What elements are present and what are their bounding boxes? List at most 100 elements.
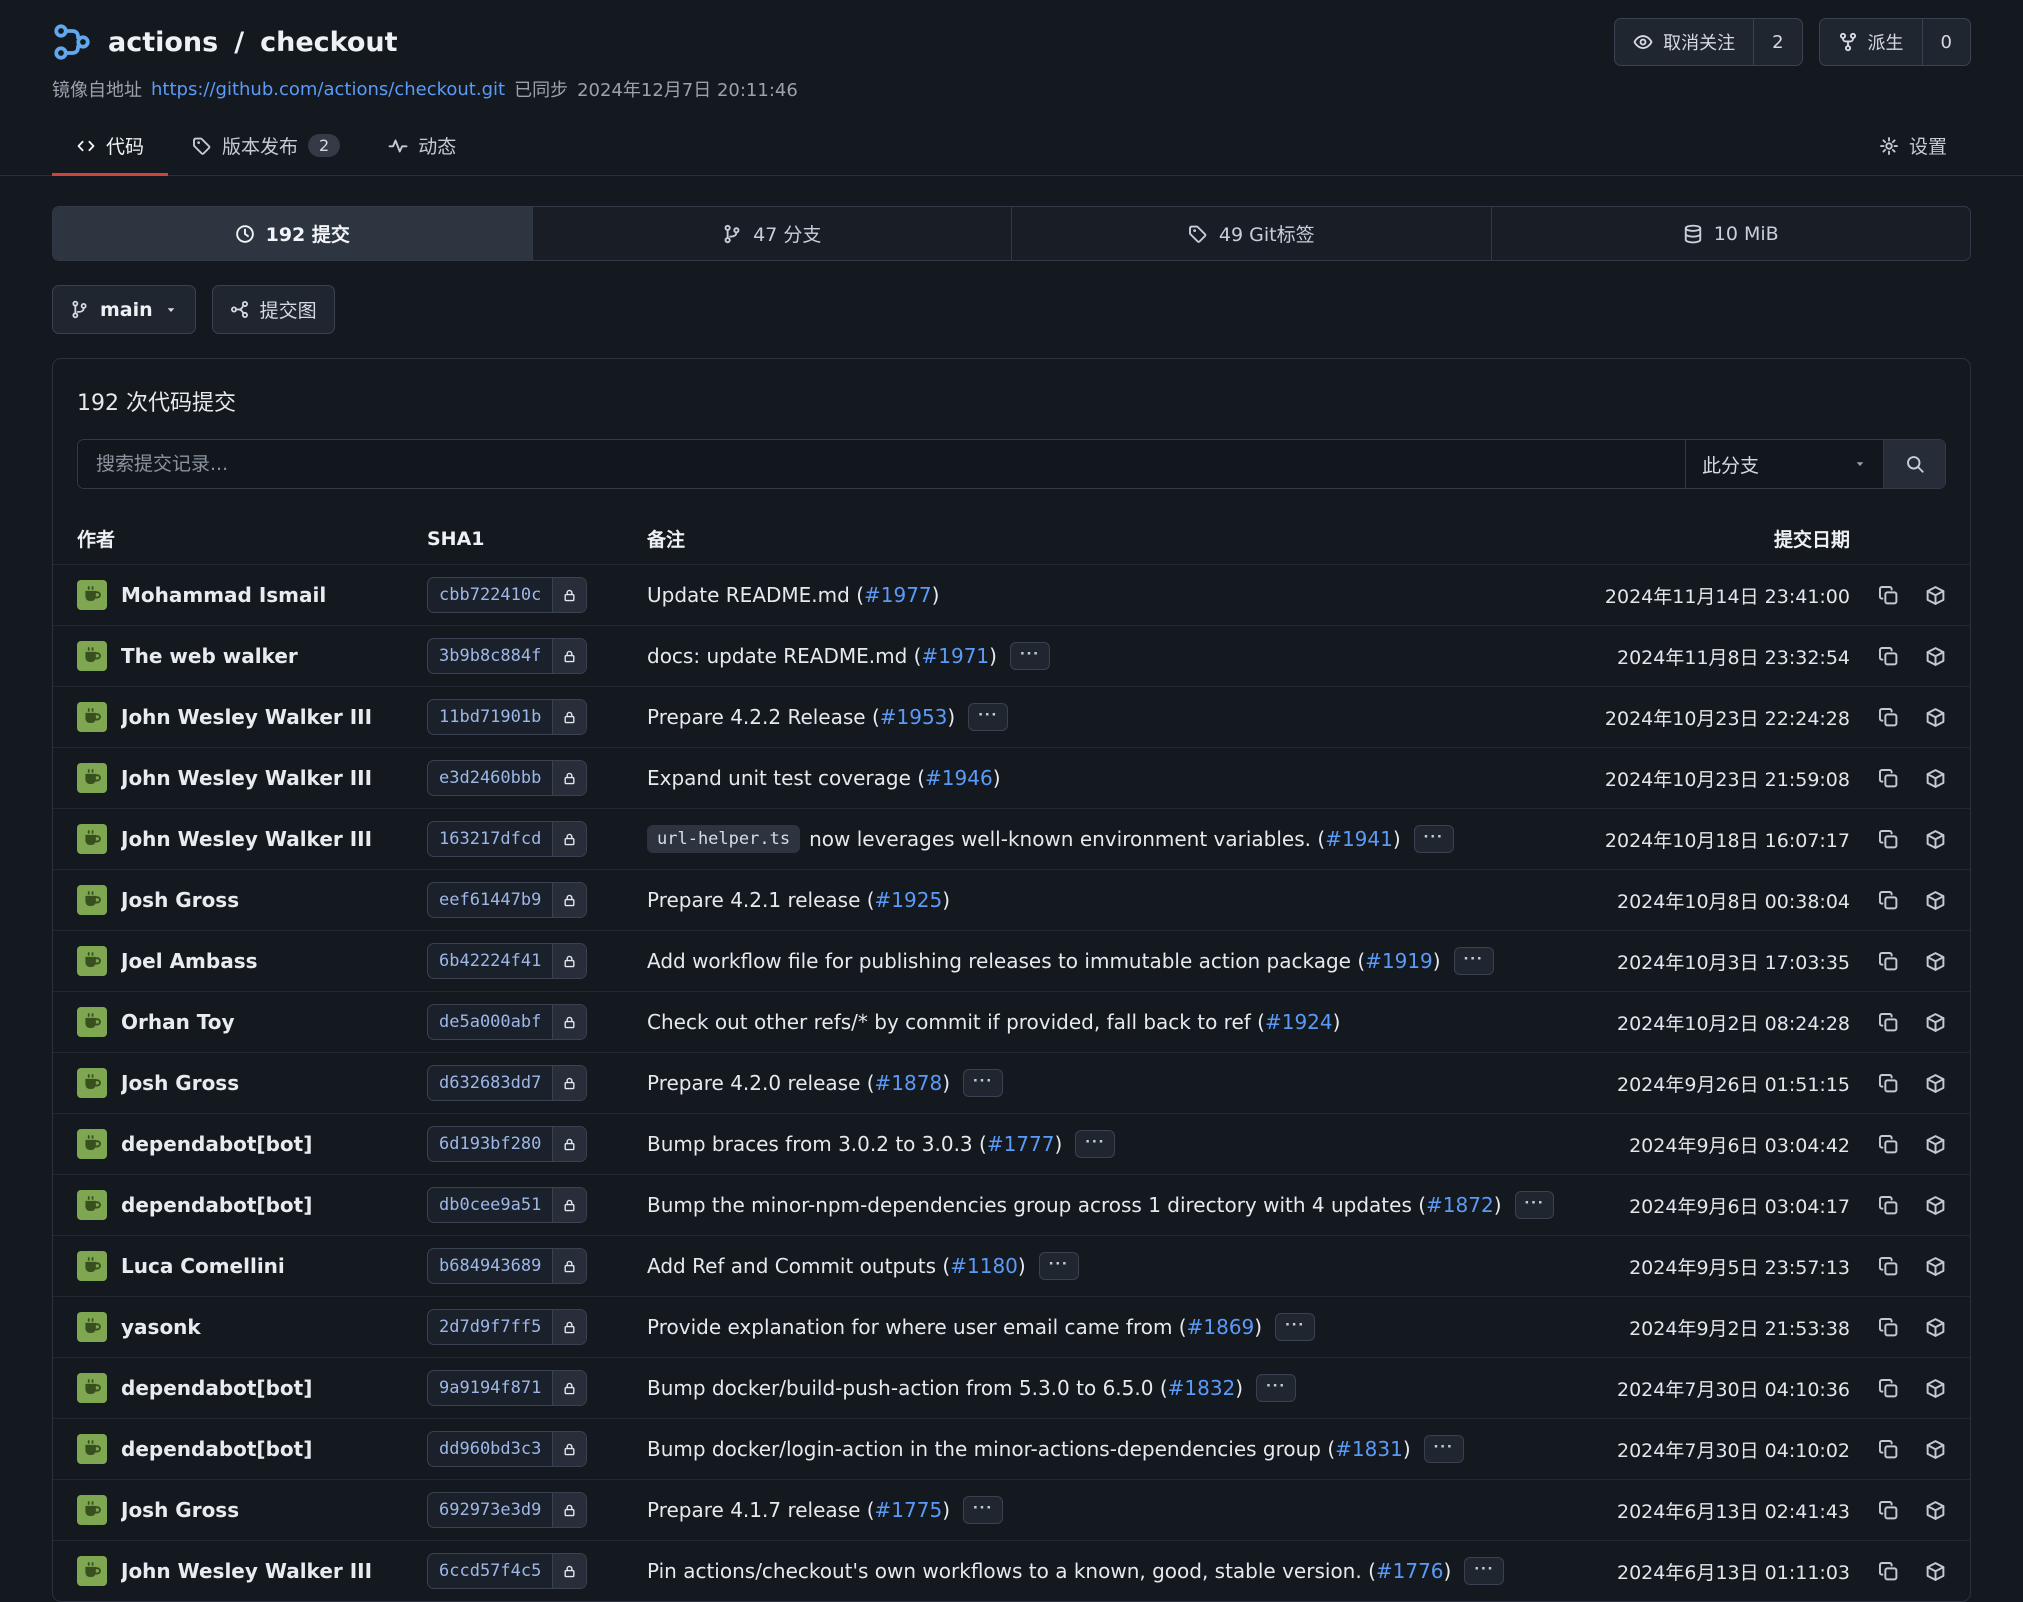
browse-source-button[interactable] xyxy=(1925,1500,1946,1521)
copy-sha-button[interactable] xyxy=(1878,1561,1899,1582)
pr-link[interactable]: #1180 xyxy=(950,1254,1018,1278)
branch-scope-dropdown[interactable]: 此分支 xyxy=(1685,440,1883,488)
avatar[interactable] xyxy=(77,1190,107,1220)
copy-sha-button[interactable] xyxy=(1878,1134,1899,1155)
browse-source-button[interactable] xyxy=(1925,585,1946,606)
sha-badge[interactable]: 6d193bf280 xyxy=(427,1126,587,1162)
author-name[interactable]: Josh Gross xyxy=(121,1071,239,1095)
commit-search-input[interactable] xyxy=(78,440,1685,488)
expand-message-button[interactable]: ··· xyxy=(968,703,1008,730)
avatar[interactable] xyxy=(77,763,107,793)
tab-activity[interactable]: 动态 xyxy=(364,116,480,175)
sha-badge[interactable]: de5a000abf xyxy=(427,1004,587,1040)
expand-message-button[interactable]: ··· xyxy=(963,1496,1003,1523)
browse-source-button[interactable] xyxy=(1925,951,1946,972)
copy-sha-button[interactable] xyxy=(1878,1256,1899,1277)
avatar[interactable] xyxy=(77,1373,107,1403)
avatar[interactable] xyxy=(77,1251,107,1281)
pr-link[interactable]: #1776 xyxy=(1376,1559,1444,1583)
pr-link[interactable]: #1919 xyxy=(1365,949,1433,973)
copy-sha-button[interactable] xyxy=(1878,707,1899,728)
copy-sha-button[interactable] xyxy=(1878,1439,1899,1460)
pr-link[interactable]: #1777 xyxy=(987,1132,1055,1156)
browse-source-button[interactable] xyxy=(1925,890,1946,911)
browse-source-button[interactable] xyxy=(1925,1378,1946,1399)
stat-size[interactable]: 10 MiB xyxy=(1491,207,1971,260)
avatar[interactable] xyxy=(77,1312,107,1342)
sha-badge[interactable]: d632683dd7 xyxy=(427,1065,587,1101)
copy-sha-button[interactable] xyxy=(1878,951,1899,972)
avatar[interactable] xyxy=(77,702,107,732)
branch-select-button[interactable]: main xyxy=(52,285,196,334)
avatar[interactable] xyxy=(77,1556,107,1586)
author-name[interactable]: Mohammad Ismail xyxy=(121,583,326,607)
avatar[interactable] xyxy=(77,885,107,915)
expand-message-button[interactable]: ··· xyxy=(1454,947,1494,974)
author-name[interactable]: The web walker xyxy=(121,644,298,668)
author-name[interactable]: Luca Comellini xyxy=(121,1254,285,1278)
pr-link[interactable]: #1946 xyxy=(925,766,993,790)
pr-link[interactable]: #1872 xyxy=(1426,1193,1494,1217)
sha-badge[interactable]: cbb722410c xyxy=(427,577,587,613)
tab-code[interactable]: 代码 xyxy=(52,116,168,175)
pr-link[interactable]: #1971 xyxy=(921,644,989,668)
author-name[interactable]: dependabot[bot] xyxy=(121,1376,312,1400)
browse-source-button[interactable] xyxy=(1925,768,1946,789)
stat-commits[interactable]: 192 提交 xyxy=(53,207,532,260)
pr-link[interactable]: #1775 xyxy=(875,1498,943,1522)
sha-badge[interactable]: 11bd71901b xyxy=(427,699,587,735)
pr-link[interactable]: #1924 xyxy=(1265,1010,1333,1034)
sha-badge[interactable]: eef61447b9 xyxy=(427,882,587,918)
browse-source-button[interactable] xyxy=(1925,1317,1946,1338)
pr-link[interactable]: #1953 xyxy=(880,705,948,729)
copy-sha-button[interactable] xyxy=(1878,1012,1899,1033)
pr-link[interactable]: #1977 xyxy=(864,583,932,607)
unwatch-button[interactable]: 取消关注 2 xyxy=(1614,18,1802,66)
tab-settings[interactable]: 设置 xyxy=(1855,116,1971,175)
browse-source-button[interactable] xyxy=(1925,1012,1946,1033)
tab-releases[interactable]: 版本发布 2 xyxy=(168,116,364,175)
copy-sha-button[interactable] xyxy=(1878,1317,1899,1338)
browse-source-button[interactable] xyxy=(1925,829,1946,850)
sha-badge[interactable]: 2d7d9f7ff5 xyxy=(427,1309,587,1345)
copy-sha-button[interactable] xyxy=(1878,1073,1899,1094)
author-name[interactable]: yasonk xyxy=(121,1315,201,1339)
copy-sha-button[interactable] xyxy=(1878,1195,1899,1216)
browse-source-button[interactable] xyxy=(1925,1134,1946,1155)
browse-source-button[interactable] xyxy=(1925,1195,1946,1216)
author-name[interactable]: Joel Ambass xyxy=(121,949,258,973)
browse-source-button[interactable] xyxy=(1925,1439,1946,1460)
copy-sha-button[interactable] xyxy=(1878,585,1899,606)
author-name[interactable]: Josh Gross xyxy=(121,888,239,912)
sha-badge[interactable]: 9a9194f871 xyxy=(427,1370,587,1406)
copy-sha-button[interactable] xyxy=(1878,1500,1899,1521)
expand-message-button[interactable]: ··· xyxy=(963,1069,1003,1096)
author-name[interactable]: John Wesley Walker III xyxy=(121,705,372,729)
expand-message-button[interactable]: ··· xyxy=(1010,642,1050,669)
avatar[interactable] xyxy=(77,1495,107,1525)
sha-badge[interactable]: 6b42224f41 xyxy=(427,943,587,979)
avatar[interactable] xyxy=(77,641,107,671)
pr-link[interactable]: #1925 xyxy=(875,888,943,912)
sha-badge[interactable]: e3d2460bbb xyxy=(427,760,587,796)
sha-badge[interactable]: dd960bd3c3 xyxy=(427,1431,587,1467)
copy-sha-button[interactable] xyxy=(1878,829,1899,850)
author-name[interactable]: dependabot[bot] xyxy=(121,1437,312,1461)
avatar[interactable] xyxy=(77,946,107,976)
fork-count[interactable]: 0 xyxy=(1922,19,1970,65)
expand-message-button[interactable]: ··· xyxy=(1424,1435,1464,1462)
copy-sha-button[interactable] xyxy=(1878,646,1899,667)
avatar[interactable] xyxy=(77,1434,107,1464)
search-button[interactable] xyxy=(1883,440,1945,488)
browse-source-button[interactable] xyxy=(1925,1256,1946,1277)
sha-badge[interactable]: 3b9b8c884f xyxy=(427,638,587,674)
expand-message-button[interactable]: ··· xyxy=(1256,1374,1296,1401)
author-name[interactable]: Orhan Toy xyxy=(121,1010,235,1034)
sha-badge[interactable]: b684943689 xyxy=(427,1248,587,1284)
stat-tags[interactable]: 49 Git标签 xyxy=(1011,207,1491,260)
repo-owner-link[interactable]: actions xyxy=(108,27,218,58)
author-name[interactable]: John Wesley Walker III xyxy=(121,827,372,851)
mirror-url-link[interactable]: https://github.com/actions/checkout.git xyxy=(151,79,505,100)
copy-sha-button[interactable] xyxy=(1878,1378,1899,1399)
avatar[interactable] xyxy=(77,1068,107,1098)
